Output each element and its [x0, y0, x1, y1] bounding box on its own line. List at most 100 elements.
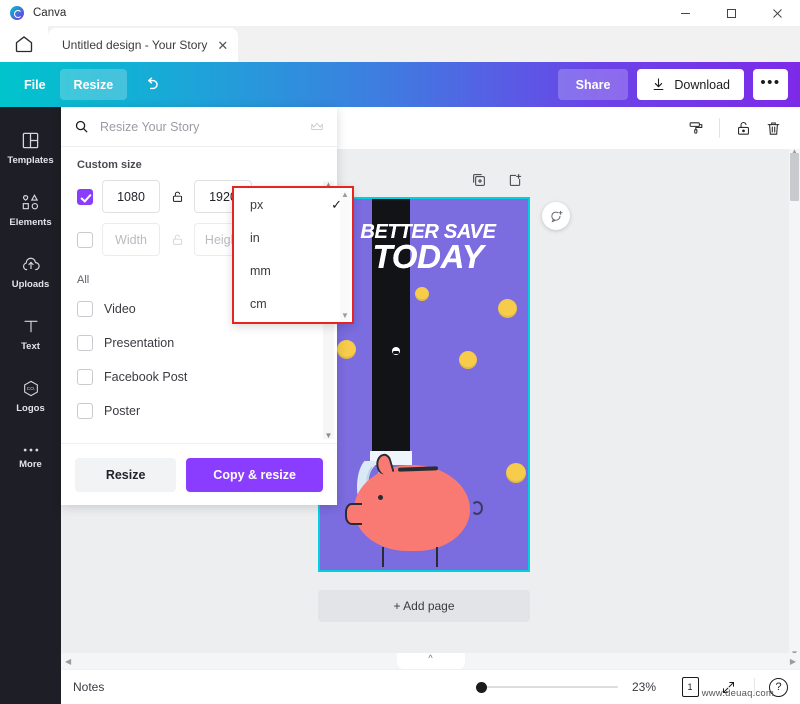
coin	[337, 340, 356, 359]
help-button[interactable]: ?	[769, 678, 788, 697]
unlock-icon[interactable]	[728, 113, 758, 143]
tab-strip: Untitled design - Your Story ✕	[0, 26, 800, 62]
zoom-slider[interactable]	[476, 680, 618, 694]
sidebar-item-text[interactable]: Text	[0, 303, 61, 365]
list-item-checkbox[interactable]	[77, 403, 93, 419]
window-title-bar: Canva	[0, 0, 800, 26]
coin	[498, 299, 517, 318]
left-sidebar: Templates Elements Uploads Text	[0, 107, 61, 704]
unit-dropdown-options: px ✓ in mm cm	[234, 188, 352, 322]
copy-and-resize-button[interactable]: Copy & resize	[186, 458, 323, 492]
paint-roller-icon[interactable]	[681, 113, 711, 143]
scrollbar-thumb[interactable]	[790, 153, 799, 201]
workspace-vertical-scrollbar[interactable]: ▲ ▼	[789, 149, 800, 656]
unit-option-label: mm	[250, 264, 271, 278]
unit-option-mm[interactable]: mm	[250, 254, 352, 287]
add-page-button[interactable]: + Add page	[318, 590, 530, 622]
secondary-width-input[interactable]: Width	[102, 223, 160, 256]
pig-snout	[345, 503, 362, 525]
add-comment-button[interactable]	[542, 202, 570, 230]
pig-leg	[436, 547, 438, 567]
download-button[interactable]: Download	[637, 69, 744, 100]
add-page-icon[interactable]	[507, 172, 523, 193]
zoom-level: 23%	[632, 680, 664, 694]
sidebar-item-logos[interactable]: CO. Logos	[0, 365, 61, 427]
canva-logo-icon	[10, 6, 24, 20]
unit-option-label: in	[250, 231, 260, 245]
unit-scroll-down-icon[interactable]: ▼	[341, 311, 349, 320]
pig-tail	[471, 501, 483, 515]
scroll-left-arrow-icon[interactable]: ◀	[65, 657, 71, 666]
tab-title: Untitled design - Your Story	[62, 38, 207, 52]
list-item-checkbox[interactable]	[77, 335, 93, 351]
minimize-button[interactable]	[662, 0, 708, 26]
unit-dropdown-scrollbar[interactable]: ▲ ▼	[340, 190, 350, 320]
sidebar-item-elements[interactable]: Elements	[0, 179, 61, 241]
pig-leg	[382, 547, 384, 567]
design-headline: BETTER SAVE TODAY	[328, 223, 528, 273]
zoom-slider-track	[476, 686, 618, 688]
resize-action-button[interactable]: Resize	[75, 458, 176, 492]
unit-option-cm[interactable]: cm	[250, 287, 352, 320]
download-icon	[651, 77, 666, 92]
sidebar-item-uploads[interactable]: Uploads	[0, 241, 61, 303]
secondary-aspect-lock-icon[interactable]	[169, 233, 185, 247]
sidebar-label: Elements	[9, 217, 51, 228]
list-item[interactable]: Poster	[61, 394, 337, 428]
panel-scroll-down-icon[interactable]: ▼	[325, 431, 333, 440]
collapse-panel-handle[interactable]: ^	[397, 653, 465, 669]
browser-tab[interactable]: Untitled design - Your Story ✕	[48, 28, 238, 62]
status-divider	[754, 678, 755, 696]
list-item[interactable]: Presentation	[61, 326, 337, 360]
undo-button[interactable]	[137, 71, 165, 99]
secondary-size-checkbox[interactable]	[77, 232, 93, 248]
sidebar-item-templates[interactable]: Templates	[0, 117, 61, 179]
download-label: Download	[674, 78, 730, 92]
more-options-button[interactable]: •••	[753, 69, 788, 100]
more-icon	[21, 446, 41, 454]
scroll-right-arrow-icon[interactable]: ▶	[790, 657, 796, 666]
headline-line-2: TODAY	[328, 241, 528, 273]
templates-icon	[21, 131, 40, 150]
close-button[interactable]	[754, 0, 800, 26]
share-button[interactable]: Share	[558, 69, 629, 100]
sidebar-item-more[interactable]: More	[0, 427, 61, 489]
svg-text:CO.: CO.	[26, 386, 34, 392]
unit-option-in[interactable]: in	[250, 221, 352, 254]
unit-scroll-up-icon[interactable]: ▲	[341, 190, 349, 199]
sidebar-label: Logos	[16, 403, 45, 414]
sidebar-label: Text	[21, 341, 40, 352]
resize-button[interactable]: Resize	[60, 69, 128, 100]
list-item-checkbox[interactable]	[77, 369, 93, 385]
canva-toolbar: File Resize Share Download •••	[0, 62, 800, 107]
notes-button[interactable]: Notes	[73, 680, 104, 694]
trash-icon[interactable]	[758, 113, 788, 143]
aspect-lock-icon[interactable]	[169, 190, 185, 204]
unit-option-label: px	[250, 198, 263, 212]
home-button[interactable]	[0, 26, 48, 62]
page-manager-button[interactable]: 1	[678, 675, 702, 699]
panel-footer: Resize Copy & resize	[61, 443, 337, 505]
list-item[interactable]: Facebook Post	[61, 360, 337, 394]
elements-icon	[21, 193, 41, 212]
unit-dropdown-menu[interactable]: px ✓ in mm cm ▲ ▼	[232, 186, 354, 324]
duplicate-page-icon[interactable]	[471, 172, 487, 193]
window-controls	[662, 0, 800, 26]
file-menu-button[interactable]: File	[10, 69, 60, 100]
status-right-group: 23% 1 ?	[476, 675, 788, 699]
toolbar-divider	[719, 118, 720, 138]
crown-icon	[310, 121, 324, 132]
width-input[interactable]: 1080	[102, 180, 160, 213]
panel-search-bar[interactable]: Resize Your Story	[61, 107, 337, 147]
coin	[459, 351, 477, 369]
zoom-slider-knob[interactable]	[476, 682, 487, 693]
list-item-checkbox[interactable]	[77, 301, 93, 317]
search-input[interactable]: Resize Your Story	[100, 120, 299, 134]
unit-option-px[interactable]: px ✓	[250, 188, 352, 221]
tab-close-icon[interactable]: ✕	[217, 39, 228, 52]
custom-size-checkbox[interactable]	[77, 189, 93, 205]
unit-option-label: cm	[250, 297, 267, 311]
maximize-button[interactable]	[708, 0, 754, 26]
horizontal-scrollbar[interactable]: ◀ ^ ▶	[61, 653, 800, 669]
fullscreen-button[interactable]	[716, 675, 740, 699]
